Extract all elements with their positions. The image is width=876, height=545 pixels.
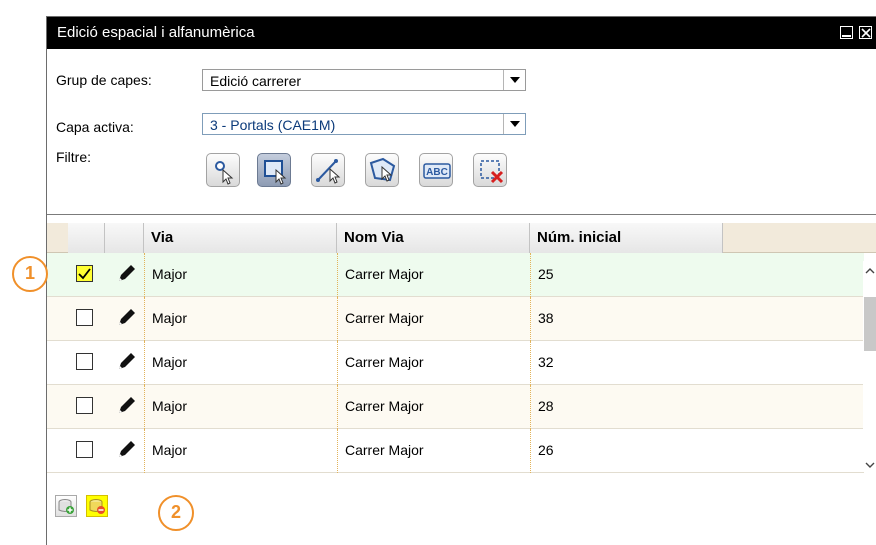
cell-nom-via: Carrer Major <box>337 253 530 297</box>
cell-num-inicial: 25 <box>530 253 723 297</box>
group-label: Grup de capes: <box>56 72 152 88</box>
layer-select[interactable]: 3 - Portals (CAE1M) <box>202 113 526 135</box>
text-select-icon[interactable]: ABC <box>419 153 453 187</box>
table-row[interactable]: Major Carrer Major 38 <box>47 297 864 341</box>
header-via[interactable]: Via <box>144 223 337 253</box>
window-title: Edició espacial i alfanumèrica <box>57 24 255 41</box>
layer-label: Capa activa: <box>56 119 134 135</box>
header-edit-col <box>105 223 144 253</box>
group-select[interactable]: Edició carrerer <box>202 69 526 91</box>
cell-num-inicial: 38 <box>530 297 723 341</box>
group-select-value: Edició carrerer <box>210 73 302 89</box>
header-checkbox-col <box>68 223 105 253</box>
rectangle-select-icon[interactable] <box>257 153 291 187</box>
header-nom-via[interactable]: Nom Via <box>337 223 530 253</box>
clear-selection-icon[interactable] <box>473 153 507 187</box>
pencil-icon[interactable] <box>115 263 137 285</box>
edit-window: Edició espacial i alfanumèrica Grup de c… <box>46 16 876 545</box>
polygon-select-icon[interactable] <box>365 153 399 187</box>
row-checkbox[interactable] <box>76 265 93 282</box>
cell-nom-via: Carrer Major <box>337 297 530 341</box>
row-checkbox[interactable] <box>76 353 93 370</box>
point-select-icon[interactable] <box>206 153 240 187</box>
cell-via: Major <box>144 429 337 473</box>
table-row[interactable]: Major Carrer Major 28 <box>47 385 864 429</box>
cell-via: Major <box>144 341 337 385</box>
chevron-down-icon[interactable] <box>503 70 525 90</box>
cell-num-inicial: 26 <box>530 429 723 473</box>
grid-scrollbar[interactable] <box>863 261 876 471</box>
chevron-up-icon[interactable] <box>865 267 875 275</box>
add-record-button[interactable] <box>55 495 77 517</box>
chevron-down-icon[interactable] <box>865 461 875 469</box>
database-add-icon <box>58 499 74 514</box>
feature-grid: Via Nom Via Núm. inicial Major Carrer Ma… <box>47 214 876 473</box>
database-remove-icon <box>89 499 105 514</box>
pencil-icon[interactable] <box>115 351 137 373</box>
scrollbar-thumb[interactable] <box>864 297 876 351</box>
cell-nom-via: Carrer Major <box>337 341 530 385</box>
row-checkbox[interactable] <box>76 397 93 414</box>
cell-nom-via: Carrer Major <box>337 385 530 429</box>
row-checkbox[interactable] <box>76 441 93 458</box>
chevron-down-icon[interactable] <box>503 114 525 134</box>
cell-via: Major <box>144 253 337 297</box>
delete-record-button[interactable] <box>86 495 108 517</box>
layer-select-value: 3 - Portals (CAE1M) <box>210 117 336 133</box>
header-num-inicial[interactable]: Núm. inicial <box>530 223 723 253</box>
cell-nom-via: Carrer Major <box>337 429 530 473</box>
pencil-icon[interactable] <box>115 307 137 329</box>
pencil-icon[interactable] <box>115 439 137 461</box>
table-row[interactable]: Major Carrer Major 32 <box>47 341 864 385</box>
cell-via: Major <box>144 385 337 429</box>
pencil-icon[interactable] <box>115 395 137 417</box>
row-checkbox[interactable] <box>76 309 93 326</box>
text-select-label: ABC <box>426 167 448 178</box>
line-select-icon[interactable] <box>311 153 345 187</box>
cell-num-inicial: 28 <box>530 385 723 429</box>
close-icon[interactable] <box>859 26 872 39</box>
cell-num-inicial: 32 <box>530 341 723 385</box>
grid-header: Via Nom Via Núm. inicial <box>47 223 876 253</box>
minimize-icon[interactable] <box>840 26 853 39</box>
table-row[interactable]: Major Carrer Major 25 <box>47 253 864 297</box>
cell-via: Major <box>144 297 337 341</box>
table-row[interactable]: Major Carrer Major 26 <box>47 429 864 473</box>
filter-label: Filtre: <box>56 149 91 165</box>
callout-2: 2 <box>158 495 194 531</box>
callout-1: 1 <box>12 256 48 292</box>
window-titlebar: Edició espacial i alfanumèrica <box>47 17 876 49</box>
